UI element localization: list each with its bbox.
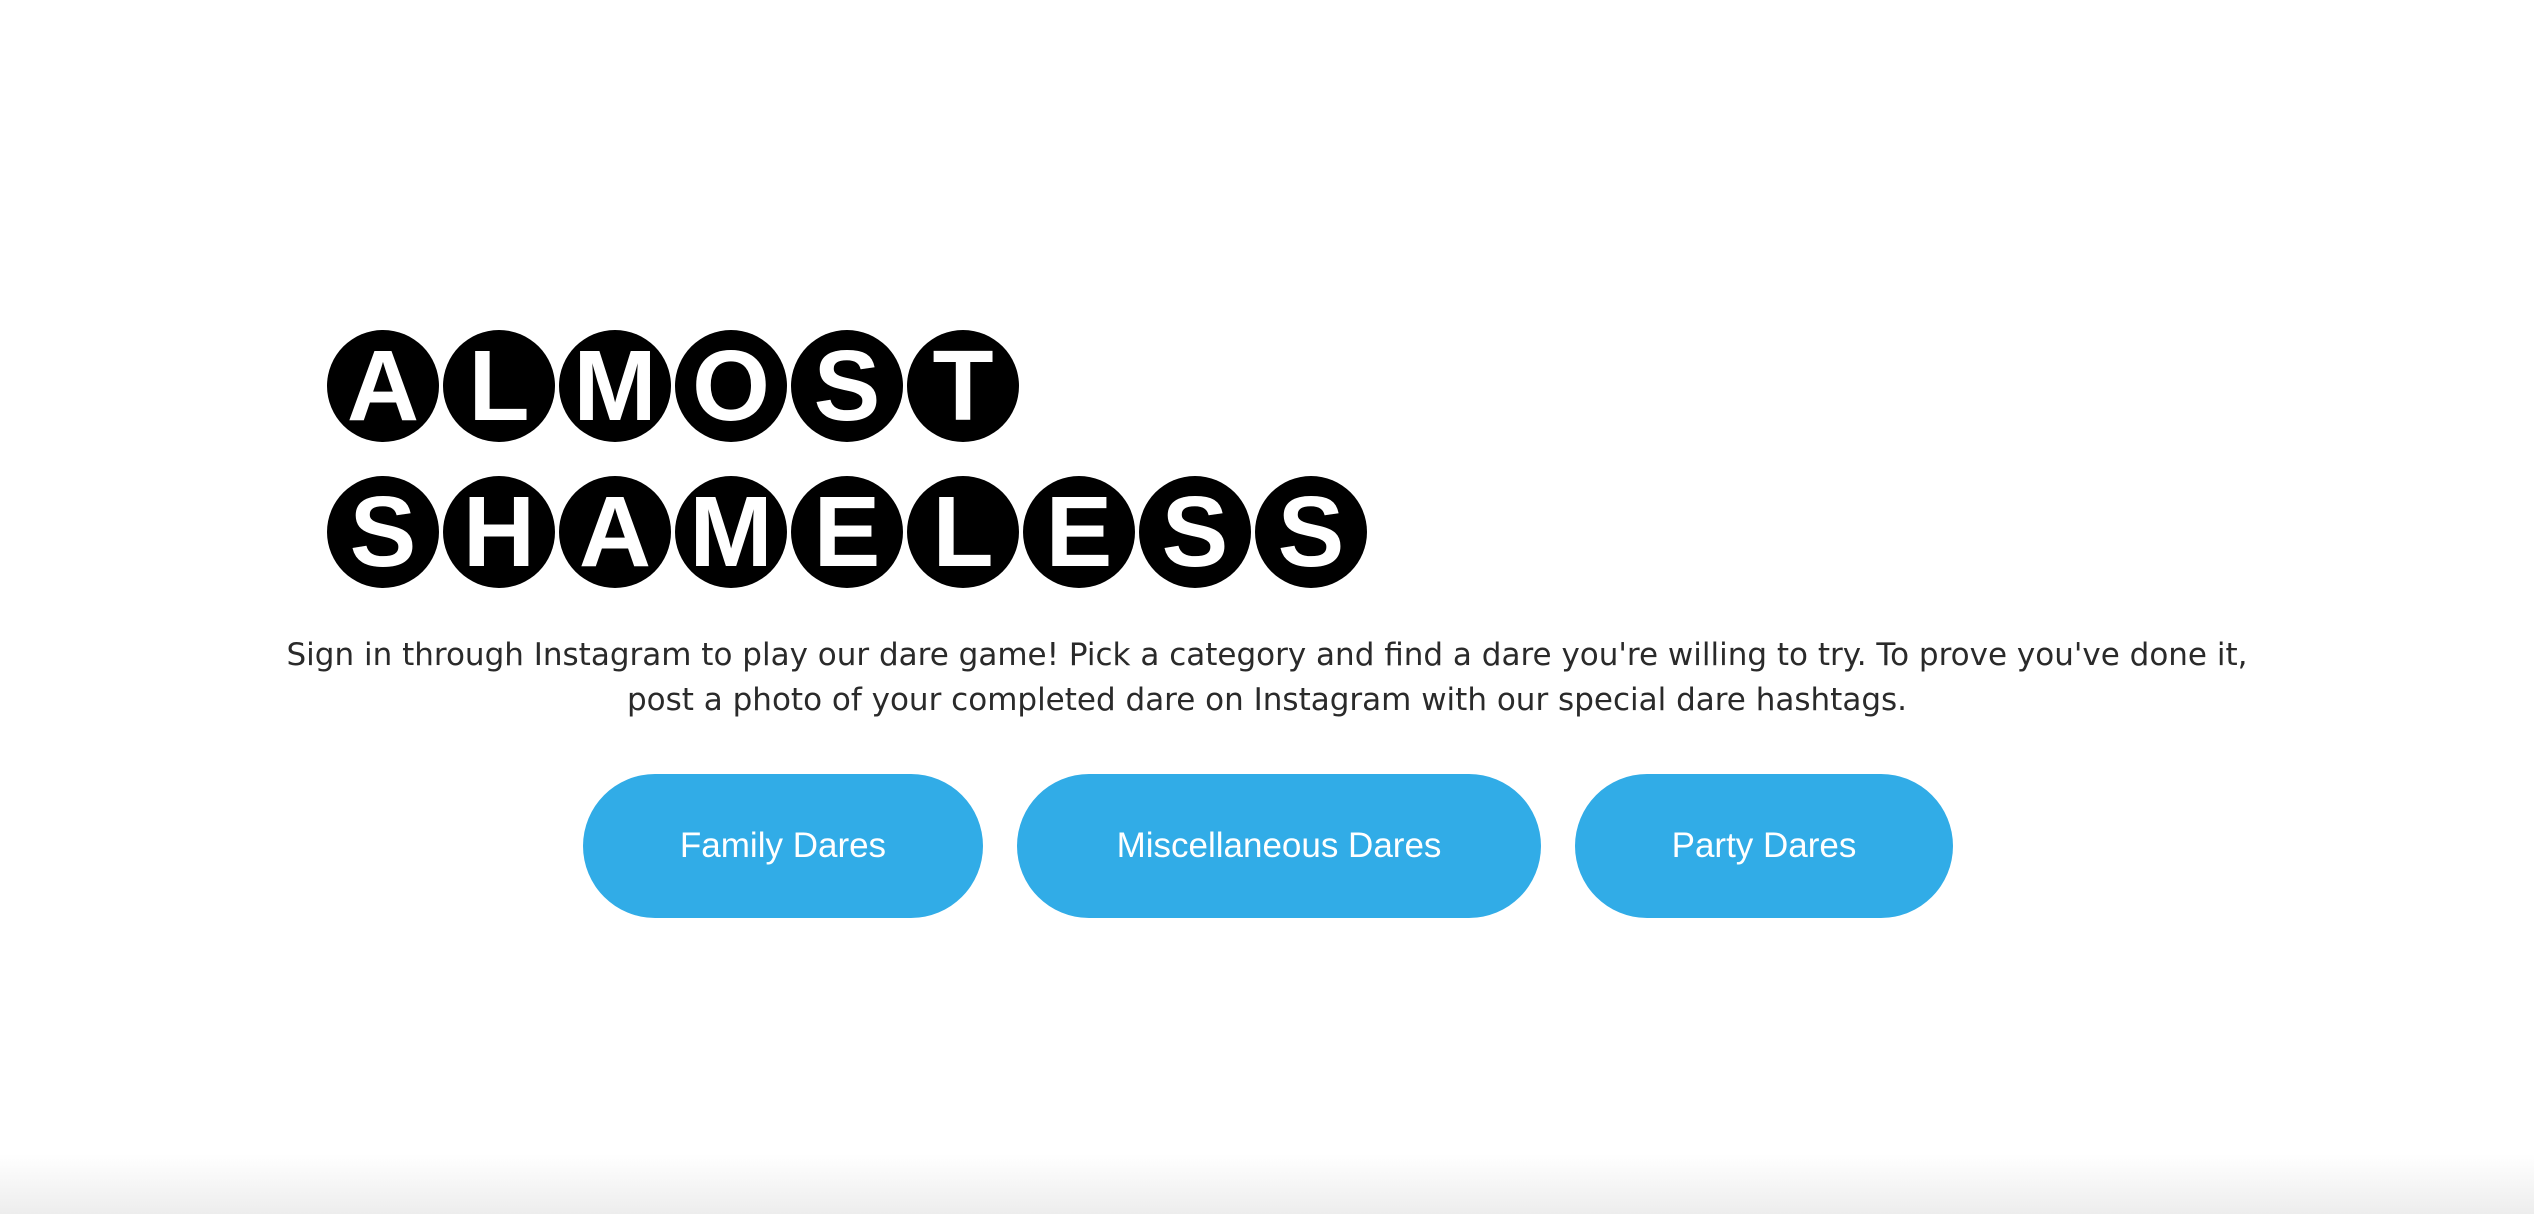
intro-line-2: post a photo of your completed dare on I…: [626, 682, 1908, 718]
intro-text: Sign in through Instagram to play our da…: [0, 633, 2534, 723]
miscellaneous-dares-button[interactable]: Miscellaneous Dares: [1017, 774, 1541, 918]
footer-shadow: [0, 1154, 2534, 1214]
logo-letter: S: [791, 330, 903, 442]
logo-letter: H: [443, 476, 555, 588]
logo-letter: E: [1023, 476, 1135, 588]
logo-letter: S: [1139, 476, 1251, 588]
logo-letter: E: [791, 476, 903, 588]
logo-letter: M: [559, 330, 671, 442]
party-dares-button[interactable]: Party Dares: [1575, 774, 1953, 918]
family-dares-button[interactable]: Family Dares: [583, 774, 983, 918]
logo[interactable]: A L M O S T S H A M E L E S S: [327, 330, 1371, 622]
logo-letter: A: [327, 330, 439, 442]
logo-letter: L: [443, 330, 555, 442]
logo-letter: O: [675, 330, 787, 442]
page: A L M O S T S H A M E L E S S Sign in th…: [0, 0, 2534, 1214]
logo-letter: T: [907, 330, 1019, 442]
logo-letter: L: [907, 476, 1019, 588]
logo-line-almost: A L M O S T: [327, 330, 1371, 444]
intro-line-1: Sign in through Instagram to play our da…: [286, 637, 2248, 673]
logo-letter: S: [1255, 476, 1367, 588]
category-buttons: Family Dares Miscellaneous Dares Party D…: [0, 774, 2534, 918]
logo-letter: M: [675, 476, 787, 588]
logo-letter: S: [327, 476, 439, 588]
logo-letter: A: [559, 476, 671, 588]
logo-line-shameless: S H A M E L E S S: [327, 476, 1371, 590]
